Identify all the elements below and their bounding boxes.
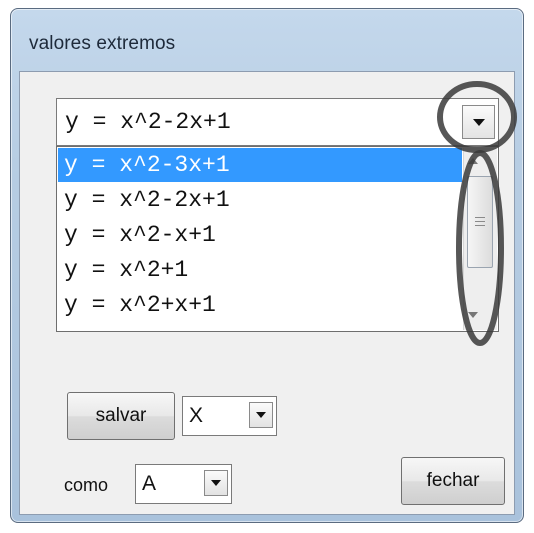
- dropdown-arrow-icon: [256, 412, 266, 418]
- dialog-window: valores extremos y = x^2-2x+1 y = x^2-3x…: [10, 8, 524, 523]
- close-button[interactable]: fechar: [401, 457, 505, 505]
- list-item[interactable]: y = x^2-3x+1: [58, 148, 462, 182]
- window-title: valores extremos: [29, 33, 176, 54]
- as-label: como: [64, 475, 109, 495]
- variable-select-dropdown-button[interactable]: [249, 402, 273, 428]
- dropdown-arrow-icon: [211, 480, 221, 486]
- scrollbar-thumb[interactable]: [467, 176, 493, 268]
- list-item[interactable]: y = x^2+1: [58, 253, 462, 287]
- target-select-dropdown-button[interactable]: [204, 470, 228, 496]
- scrollbar-grip-icon: [475, 217, 485, 218]
- scrollbar-grip-line: [475, 221, 485, 222]
- function-combobox[interactable]: y = x^2-2x+1: [56, 98, 499, 146]
- dropdown-arrow-icon: [472, 118, 485, 126]
- scroll-down-icon[interactable]: [468, 312, 478, 318]
- scrollbar-grip-line: [475, 225, 485, 226]
- variable-select[interactable]: X: [182, 396, 277, 436]
- dialog-client-area: y = x^2-2x+1 y = x^2-3x+1 y = x^2-2x+1 y…: [19, 71, 515, 515]
- scroll-up-icon[interactable]: [468, 158, 478, 164]
- list-item[interactable]: y = x^2-x+1: [58, 218, 462, 252]
- list-scrollbar[interactable]: [463, 148, 497, 330]
- function-combobox-value: y = x^2-2x+1: [65, 109, 231, 135]
- function-combobox-dropdown-button[interactable]: [462, 105, 495, 139]
- function-dropdown-list[interactable]: y = x^2-3x+1 y = x^2-2x+1 y = x^2-x+1 y …: [56, 146, 499, 332]
- variable-select-value: X: [189, 404, 204, 427]
- target-select[interactable]: A: [135, 464, 232, 504]
- list-item[interactable]: y = x^2+x+1: [58, 288, 462, 322]
- target-select-value: A: [142, 472, 157, 495]
- save-button[interactable]: salvar: [67, 392, 175, 440]
- list-item[interactable]: y = x^2-2x+1: [58, 183, 462, 217]
